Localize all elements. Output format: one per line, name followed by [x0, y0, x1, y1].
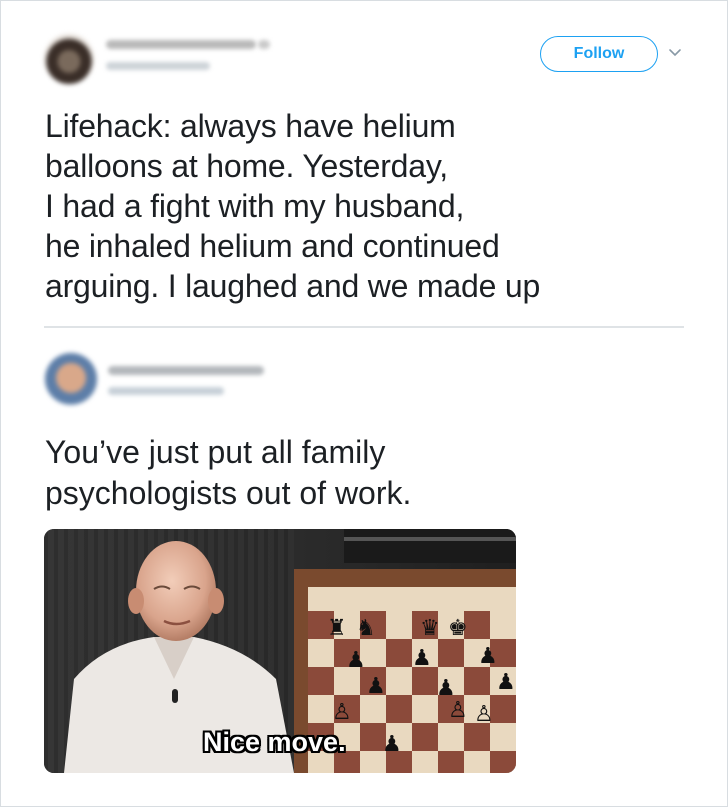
author-handle-redacted[interactable]	[106, 62, 210, 70]
reply-author-avatar[interactable]	[45, 353, 97, 405]
svg-text:♞: ♞	[356, 616, 376, 641]
svg-text:♟: ♟	[412, 646, 432, 671]
reply-media-image[interactable]: ♜ ♞ ♛ ♚ ♟ ♟ ♟ ♟ ♟ ♟ ♙ ♙ ♙ ♟ Nice move.	[44, 529, 516, 773]
tweet-text-line: balloons at home. Yesterday,	[45, 148, 448, 184]
reply-text: You’ve just put all family psychologists…	[45, 432, 685, 514]
svg-text:♟: ♟	[346, 648, 366, 673]
svg-text:♙: ♙	[448, 698, 468, 723]
svg-text:♙: ♙	[474, 702, 494, 727]
author-avatar[interactable]	[44, 34, 94, 84]
svg-text:♟: ♟	[366, 674, 386, 699]
meme-caption: Nice move.	[203, 727, 346, 757]
tweet-text: Lifehack: always have helium balloons at…	[45, 106, 685, 306]
author-name-redacted-extra	[258, 40, 270, 49]
tweet-text-line: I had a fight with my husband,	[45, 188, 465, 224]
svg-text:♙: ♙	[332, 700, 352, 725]
svg-text:♛: ♛	[420, 616, 440, 641]
reply-text-line: psychologists out of work.	[45, 475, 412, 511]
svg-text:♜: ♜	[327, 616, 347, 641]
svg-text:♟: ♟	[382, 732, 402, 757]
chevron-down-icon[interactable]	[668, 46, 682, 60]
tweet-text-line: arguing. I laughed and we made up	[45, 268, 541, 304]
svg-text:♟: ♟	[496, 670, 516, 695]
divider	[44, 326, 684, 328]
reply-author-handle-redacted[interactable]	[108, 387, 224, 395]
tweet-text-line: Lifehack: always have helium	[45, 108, 456, 144]
author-name-redacted[interactable]	[106, 40, 256, 49]
tweet-text-line: he inhaled helium and continued	[45, 228, 500, 264]
reply-text-line: You’ve just put all family	[45, 434, 386, 470]
svg-text:♟: ♟	[478, 644, 498, 669]
svg-text:♚: ♚	[448, 616, 468, 641]
reply-author-name-redacted[interactable]	[108, 366, 264, 375]
follow-button[interactable]: Follow	[540, 36, 658, 72]
